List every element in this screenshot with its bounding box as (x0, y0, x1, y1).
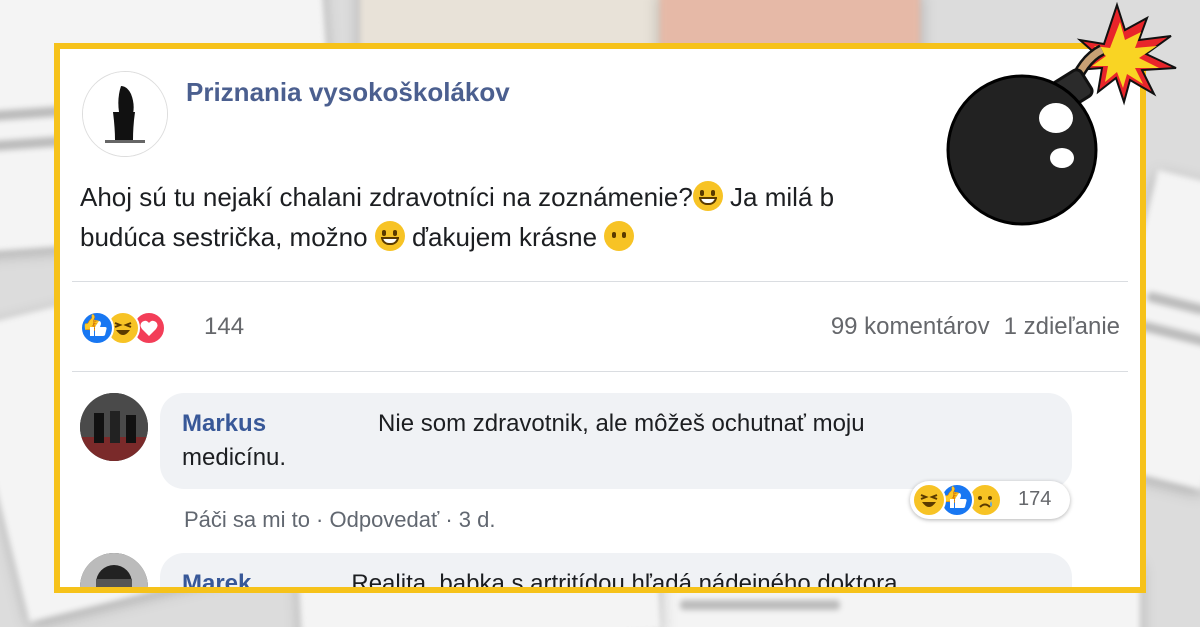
no-mouth-emoji (604, 221, 635, 251)
comments-count-link[interactable]: 99 komentárov (831, 313, 990, 340)
post-stats: 99 komentárov 1 zdieľanie (817, 313, 1120, 341)
comment-author[interactable]: Markus (182, 410, 266, 437)
comment-bubble: Marek Realita, babka s artritídou hľadá n… (160, 553, 1072, 593)
post-text-line1: Ahoj sú tu nejakí chalani zdravotníci na… (80, 182, 693, 212)
comment-reaction-count: 174 (1018, 488, 1052, 510)
comment-author[interactable]: Marek (182, 570, 251, 587)
page-name[interactable]: Priznania vysokoškolákov (186, 77, 510, 108)
like-reaction-icon (80, 311, 114, 345)
grin-emoji (692, 181, 723, 211)
page-avatar[interactable] (82, 71, 168, 157)
divider (72, 281, 1128, 282)
reaction-count[interactable]: 144 (204, 313, 244, 341)
post-text: Ahoj sú tu nejakí chalani zdravotníci na… (80, 177, 980, 257)
comment-avatar[interactable] (80, 393, 148, 461)
comment-bubble: Markus Nie som zdravotnik, ale môžeš ochu… (160, 393, 1072, 489)
bomb-icon (946, 1, 1177, 226)
comment-text: Nie som zdravotnik, ale môžeš ochutnať m… (378, 410, 865, 437)
divider (72, 371, 1128, 372)
comment-text-continued: medicínu. (182, 444, 287, 471)
shares-count-link[interactable]: 1 zdieľanie (1004, 313, 1120, 340)
post-text-line2-thanks: ďakujem krásne (404, 222, 605, 252)
comment-reactions[interactable]: 174 (910, 481, 1070, 519)
comment-avatar[interactable] (80, 553, 148, 587)
grin-emoji (374, 221, 405, 251)
raised-fist-logo-icon (83, 72, 167, 156)
post-text-line2: budúca sestrička, možno (80, 222, 375, 252)
haha-reaction-icon (912, 483, 946, 517)
post-text-line1-tail: Ja milá b (722, 182, 835, 212)
comment-actions[interactable]: Páči sa mi to · Odpovedať · 3 d. (184, 507, 496, 533)
comment-text: Realita, babka s artritídou hľadá nádejn… (351, 570, 898, 593)
